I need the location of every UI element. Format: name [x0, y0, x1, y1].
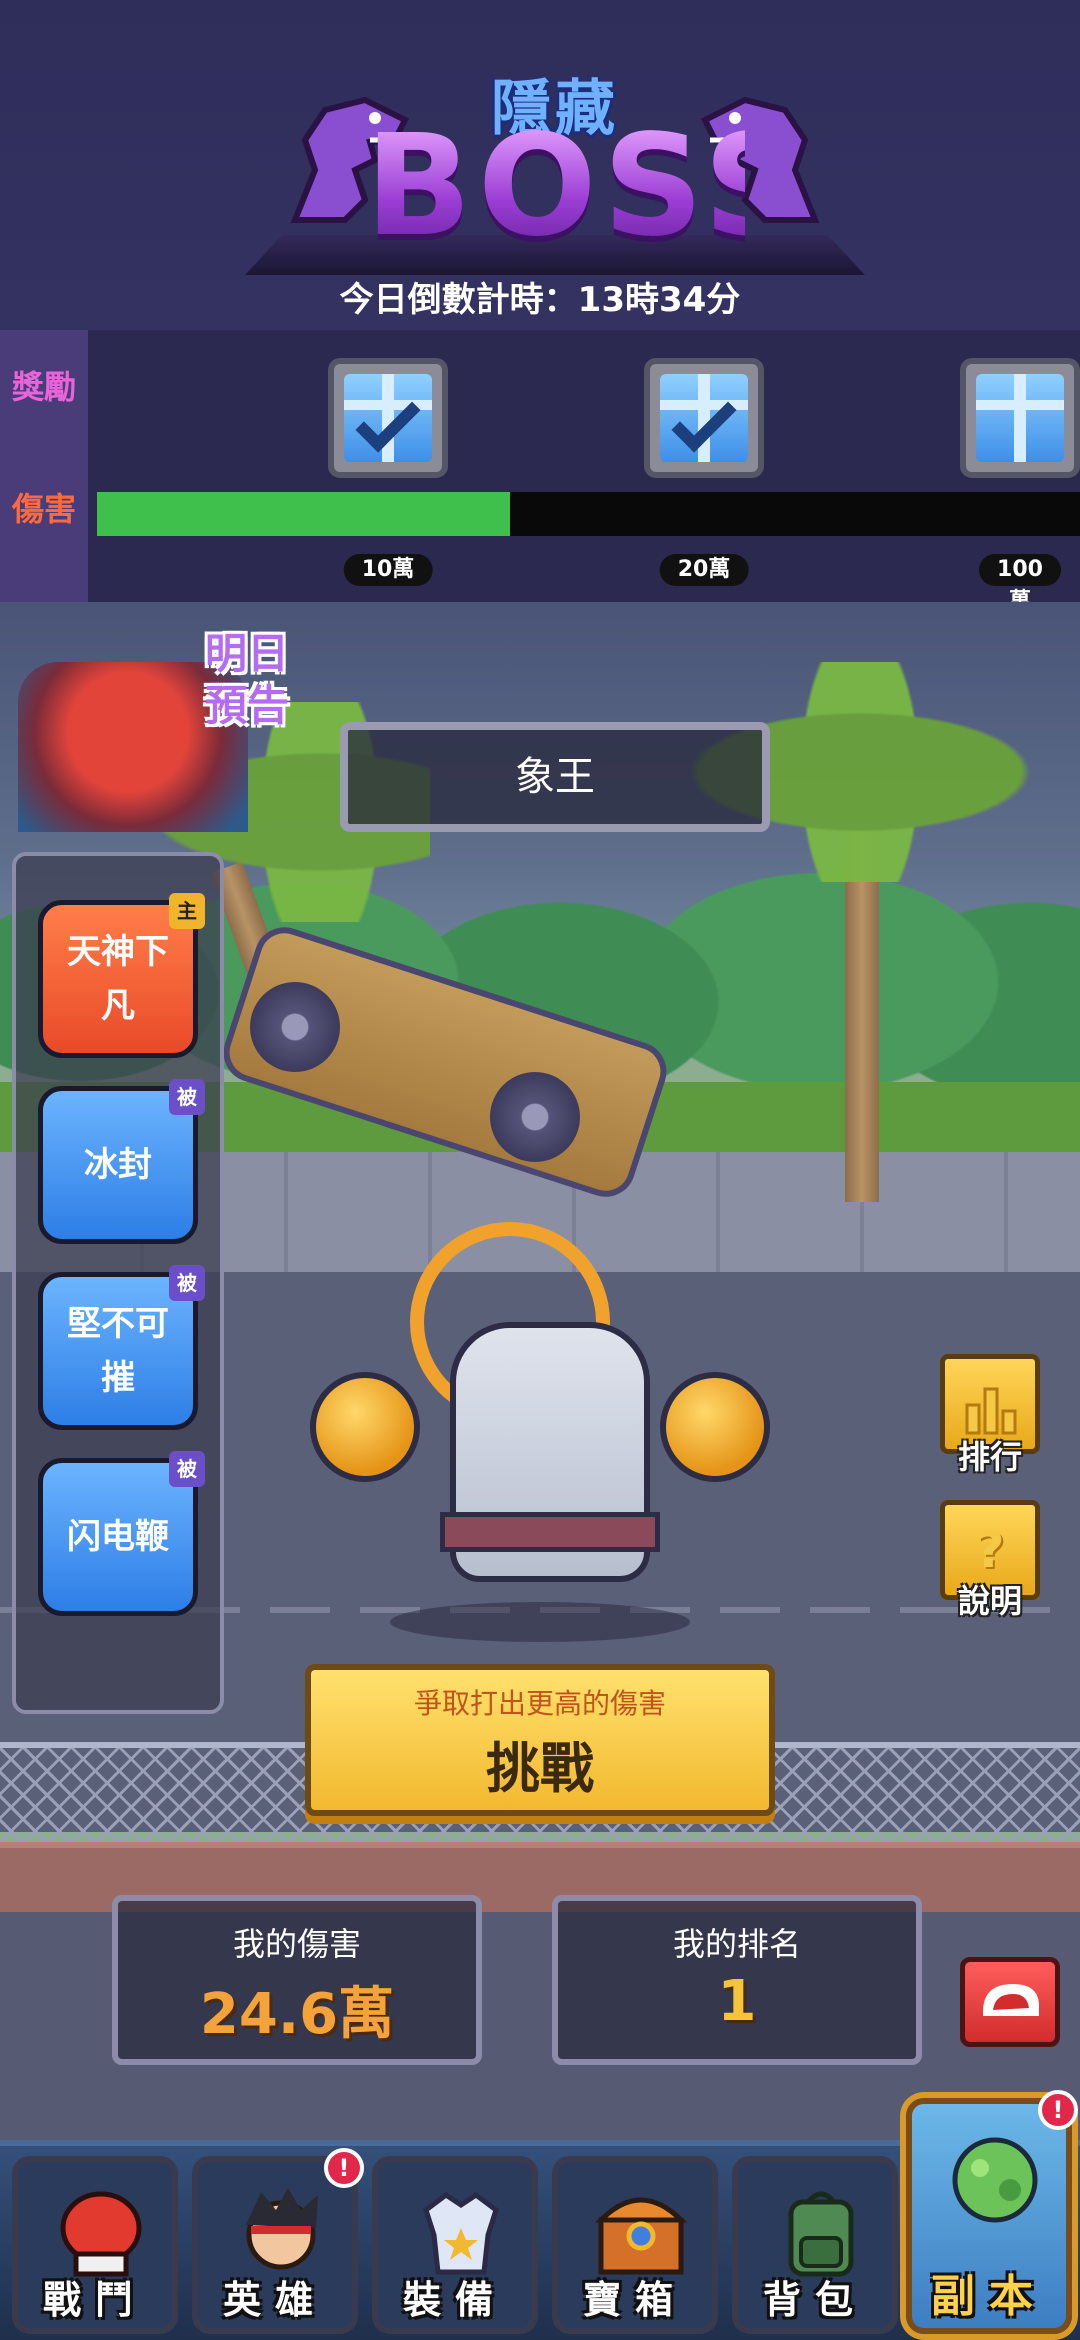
- milestone-label: 10萬: [343, 554, 433, 586]
- elephant-king-boss[interactable]: [300, 1202, 780, 1642]
- help-label[interactable]: 說明: [920, 1576, 1060, 1622]
- damage-progress-bar: [97, 492, 1080, 536]
- hero-icon: [246, 2188, 318, 2270]
- leaderboard-label[interactable]: 排行: [920, 1432, 1060, 1478]
- boss-belt: [440, 1512, 660, 1552]
- bottom-navigation: 戰鬥 英雄 ! 裝備 寶箱 背包 副本 !: [0, 2090, 1080, 2340]
- milestone-label: 20萬: [659, 554, 749, 586]
- skill-tag: 被: [169, 1265, 205, 1301]
- nav-battle[interactable]: 戰鬥: [12, 2156, 178, 2334]
- planet-icon: [952, 2137, 1038, 2223]
- challenge-label: 挑戰: [486, 1737, 594, 1800]
- nav-label: 英雄: [222, 2278, 327, 2322]
- notification-badge: !: [324, 2148, 364, 2188]
- reward-label: 獎勵: [11, 368, 76, 406]
- skill-panel: 天神下凡 主 冰封 被 堅不可摧 被 闪电鞭 被: [12, 852, 224, 1714]
- skill-tag: 主: [169, 893, 205, 929]
- header: 隱藏 BOSS 今日倒數計時：13時34分: [0, 0, 1080, 330]
- nav-label: 副本: [931, 2271, 1047, 2322]
- damage-progress-fill: [97, 492, 510, 536]
- car-wheel: [490, 1072, 580, 1162]
- nav-equipment[interactable]: 裝備: [372, 2156, 538, 2334]
- boss-shadow: [390, 1602, 690, 1642]
- skill-label: 天神下凡: [67, 932, 169, 1026]
- exit-button[interactable]: [960, 1957, 1060, 2047]
- nav-hero[interactable]: 英雄 !: [192, 2148, 364, 2334]
- skill-label: 堅不可摧: [67, 1304, 169, 1398]
- skill-button[interactable]: 闪电鞭 被: [38, 1451, 205, 1616]
- tomorrow-preview-label[interactable]: 明日預告: [205, 628, 315, 732]
- skill-label: 冰封: [84, 1145, 152, 1185]
- skill-button[interactable]: 冰封 被: [38, 1079, 205, 1244]
- battle-scene: 象王 明日預告 天神下凡 主 冰封 被 堅不可摧 被 闪电鞭 被 排行 ? 說明…: [0, 602, 1080, 2140]
- my-damage-label: 我的傷害: [232, 1925, 361, 1963]
- chest-icon: [594, 2197, 688, 2275]
- skill-tag: 被: [169, 1079, 205, 1115]
- skill-tag: 被: [169, 1451, 205, 1487]
- nav-label: 戰鬥: [42, 2278, 147, 2322]
- gift-icon: [344, 374, 432, 462]
- my-damage-value: 24.6萬: [199, 1982, 395, 2047]
- reward-panel: 獎勵 傷害 10萬 20萬 100萬: [0, 330, 1080, 614]
- gift-icon: [976, 374, 1064, 462]
- nav-label: 裝備: [402, 2278, 507, 2322]
- logo-boss-text: BOSS: [365, 105, 811, 268]
- my-damage-panel: 我的傷害 24.6萬: [112, 1895, 482, 2065]
- mace-icon: [310, 1372, 420, 1482]
- armor-icon: [423, 2191, 499, 2275]
- reward-chest-2[interactable]: [644, 358, 764, 478]
- nav-label: 寶箱: [582, 2278, 687, 2322]
- challenge-button[interactable]: 爭取打出更高的傷害 挑戰: [305, 1664, 775, 1816]
- skill-button[interactable]: 天神下凡 主: [38, 893, 205, 1058]
- my-rank-panel: 我的排名 1: [552, 1895, 922, 2065]
- damage-label: 傷害: [11, 490, 76, 528]
- reward-chest-3[interactable]: [960, 358, 1080, 478]
- nav-backpack[interactable]: 背包: [732, 2156, 898, 2334]
- car-wheel: [250, 982, 340, 1072]
- boss-name: 象王: [515, 754, 595, 800]
- exit-icon: [983, 1984, 1039, 2016]
- my-rank-label: 我的排名: [672, 1925, 801, 1963]
- nav-chest[interactable]: 寶箱: [552, 2156, 718, 2334]
- palm-trunk: [845, 832, 879, 1202]
- skill-label: 闪电鞭: [67, 1517, 169, 1557]
- notification-badge: !: [1038, 2090, 1078, 2130]
- reward-chest-1[interactable]: [328, 358, 448, 478]
- nav-dungeon[interactable]: 副本 !: [906, 2090, 1078, 2334]
- boxing-glove-icon: [60, 2191, 142, 2277]
- hidden-boss-logo: 隱藏 BOSS: [245, 60, 865, 275]
- milestone-label: 100萬: [979, 554, 1061, 614]
- challenge-subtitle: 爭取打出更高的傷害: [413, 1687, 666, 1720]
- mace-icon: [660, 1372, 770, 1482]
- gift-icon: [660, 374, 748, 462]
- countdown-timer: 今日倒數計時：13時34分: [339, 280, 741, 320]
- skill-button[interactable]: 堅不可摧 被: [38, 1265, 205, 1430]
- my-rank-value: 1: [717, 1969, 757, 2034]
- nav-label: 背包: [762, 2278, 867, 2322]
- reward-side-labels: 獎勵 傷害: [0, 330, 88, 602]
- boss-name-plate: 象王: [340, 722, 770, 832]
- backpack-icon: [788, 2191, 854, 2277]
